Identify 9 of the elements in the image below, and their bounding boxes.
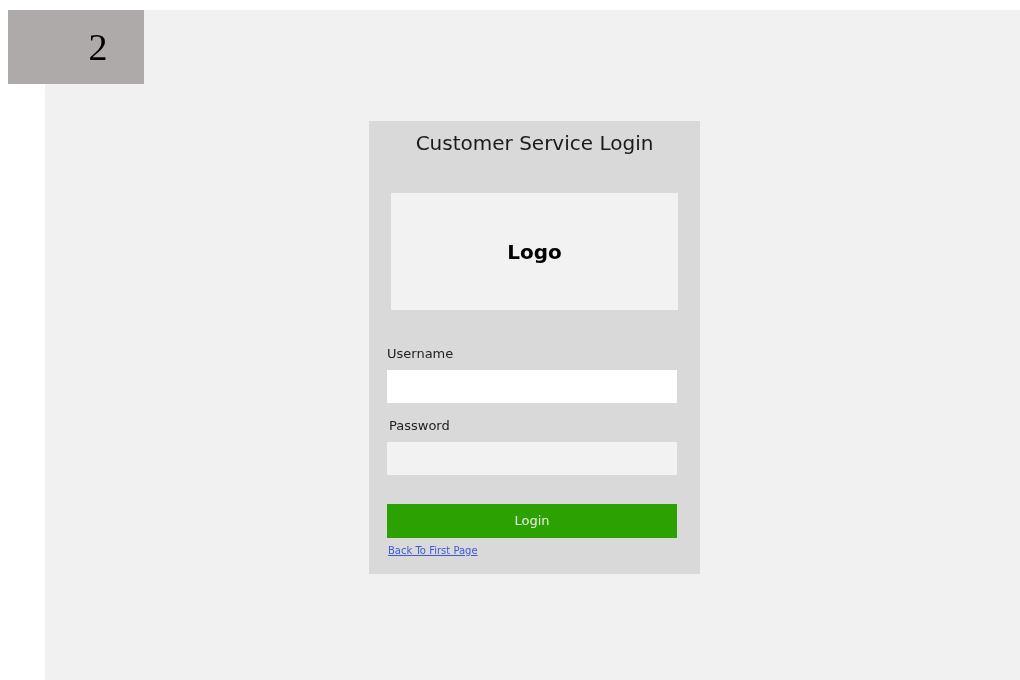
page-number-badge: 2 (8, 10, 144, 84)
input-field[interactable] (387, 442, 677, 475)
input-field[interactable] (387, 370, 677, 403)
back-link[interactable]: Back To First Page (388, 543, 478, 558)
field-label: Username (387, 346, 455, 362)
login-button[interactable]: Login (387, 504, 677, 538)
field-label: Password (389, 418, 451, 434)
login-title: Customer Service Login (414, 130, 655, 156)
logo-text: Logo (507, 238, 562, 266)
